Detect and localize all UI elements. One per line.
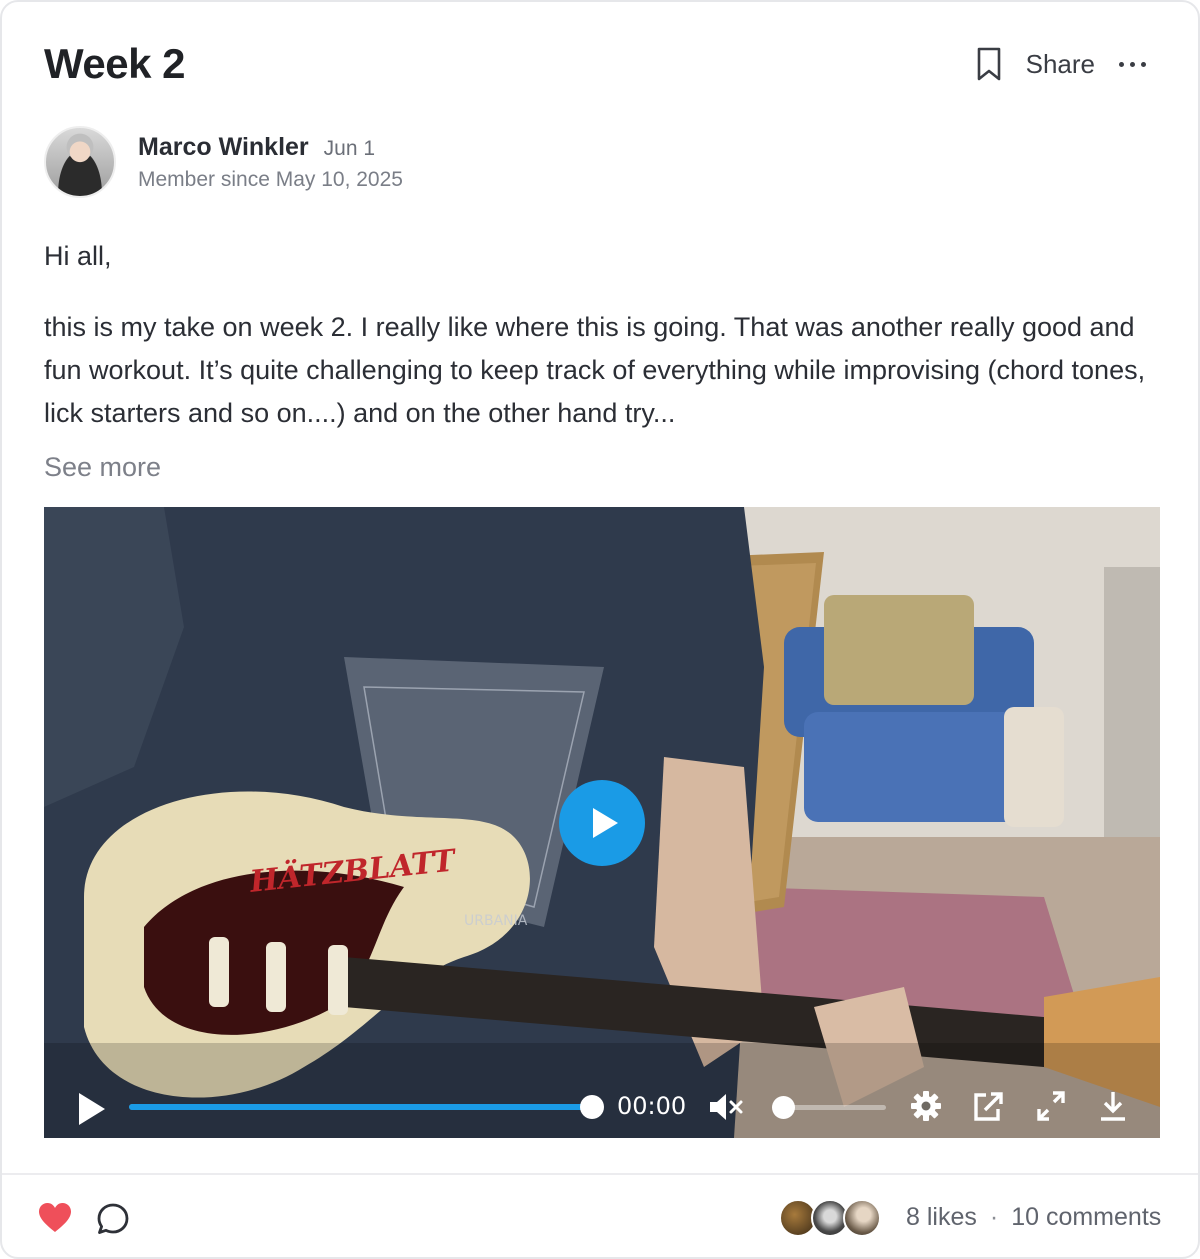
author-name[interactable]: Marco Winkler [138,133,309,162]
post-greeting: Hi all, [44,241,112,271]
share-button[interactable]: Share [1026,49,1095,80]
post-body: this is my take on week 2. I really like… [44,312,1146,428]
see-more-link[interactable]: See more [44,452,161,483]
volume-handle[interactable] [772,1096,795,1119]
video-player[interactable]: HÄTZBLATT URBANIA 00:00 [44,507,1160,1138]
footer-divider [2,1173,1198,1175]
progress-fill [129,1104,592,1110]
liker-avatars [779,1199,881,1237]
post-actions: Share [974,46,1148,82]
comment-bubble-icon[interactable] [96,1202,130,1236]
more-dots-icon[interactable] [1117,54,1148,75]
fullscreen-icon[interactable] [1035,1089,1067,1123]
post-date: Jun 1 [323,137,376,160]
bookmark-icon[interactable] [974,46,1004,82]
shirt-text: URBANIA [464,913,528,929]
author-line: Marco Winkler Jun 1 [138,133,375,162]
settings-gear-icon[interactable] [910,1089,942,1123]
like-heart-icon[interactable] [38,1202,72,1234]
volume-slider[interactable] [772,1096,886,1119]
open-external-icon[interactable] [972,1089,1004,1123]
download-icon[interactable] [1097,1089,1129,1123]
progress-handle[interactable] [580,1095,604,1119]
comments-count[interactable]: 10 comments [1011,1203,1161,1232]
time-display: 00:00 [617,1092,687,1120]
center-play-button[interactable] [559,780,645,866]
video-controls: 00:00 [44,1043,1160,1138]
play-icon[interactable] [79,1093,105,1125]
post-title: Week 2 [44,40,186,87]
liker-avatar[interactable] [843,1199,881,1237]
post-stats: 8 likes · 10 comments [906,1203,1161,1232]
stats-separator: · [989,1203,999,1231]
play-icon [592,808,618,838]
post-card: Week 2 Share Marco Winkler Jun 1 Member … [0,0,1200,1259]
progress-bar[interactable] [129,1095,604,1119]
mute-icon[interactable] [708,1091,744,1123]
author-avatar[interactable] [44,126,116,198]
member-since: Member since May 10, 2025 [138,168,403,191]
likes-count[interactable]: 8 likes [906,1203,977,1232]
